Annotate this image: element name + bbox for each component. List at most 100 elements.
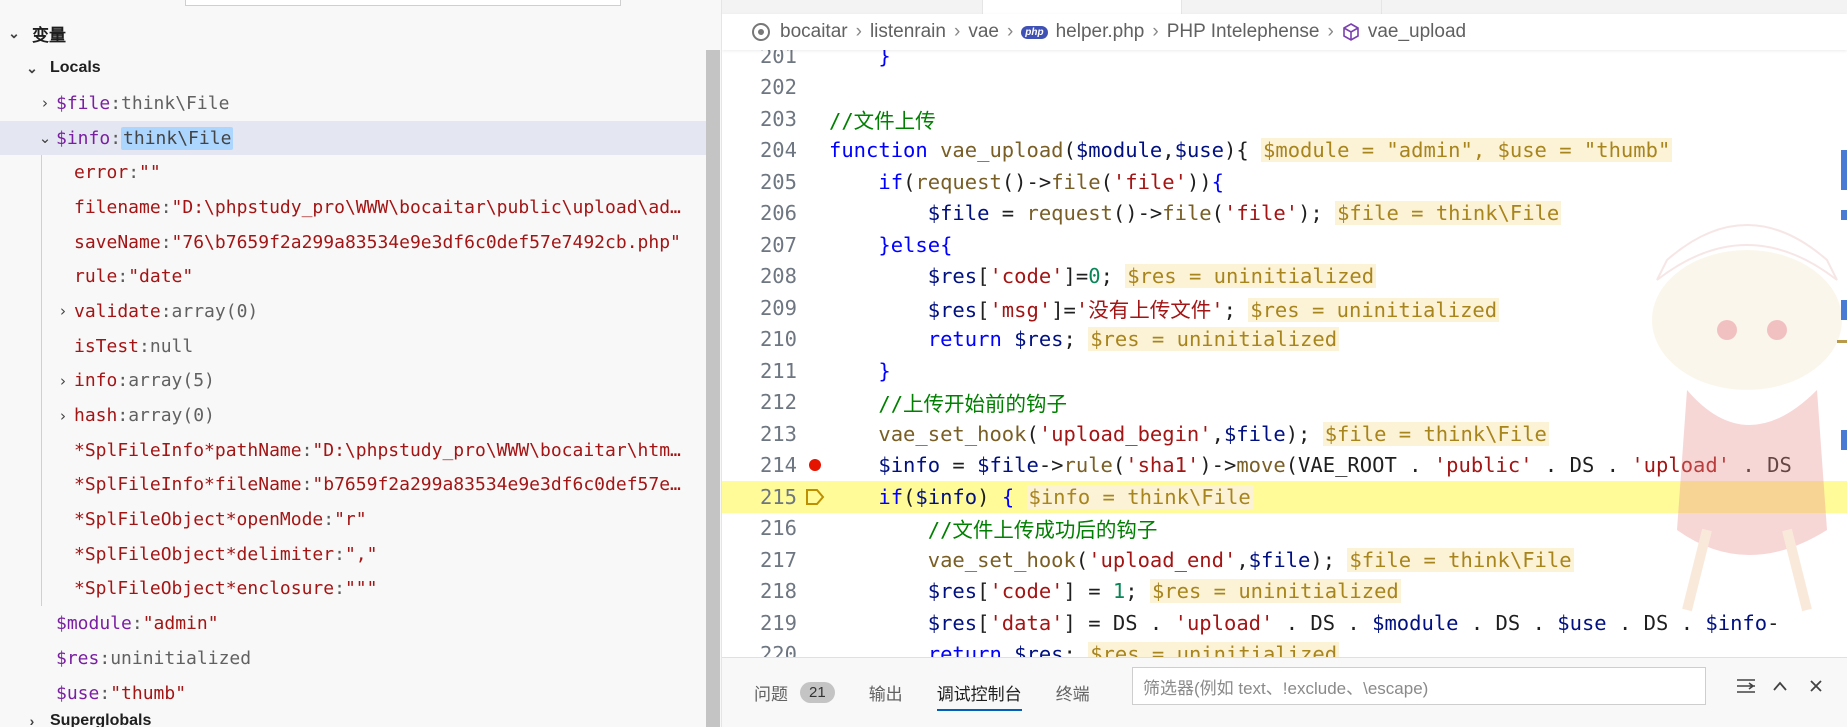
variable-row[interactable]: ⌄ $info: think\File xyxy=(0,120,712,156)
gutter[interactable] xyxy=(797,544,829,576)
variable-name: saveName xyxy=(74,231,161,253)
code-line[interactable]: 220 return $res; $res = uninitialized xyxy=(722,639,1847,658)
chevron-right-icon[interactable]: › xyxy=(52,302,74,320)
code-token: } xyxy=(878,232,891,257)
editor-tab-active[interactable] xyxy=(982,0,1182,14)
line-number: 218 xyxy=(759,579,797,604)
inline-value-hint: $res = uninitialized xyxy=(1248,297,1500,322)
code-token: 'upload_end' xyxy=(1088,547,1237,572)
debug-variables-panel: ⌄ 变量 ⌄ Locals › $file: think\File ⌄ $info: … xyxy=(0,0,722,727)
gutter[interactable] xyxy=(797,261,829,293)
chevron-right-icon[interactable]: › xyxy=(52,372,74,390)
variable-name: $info xyxy=(56,127,111,149)
inline-value-hint: $res = uninitialized xyxy=(1088,642,1340,657)
code-text: $file = request()->file('file'); $file =… xyxy=(829,201,1562,226)
code-text: }else{ xyxy=(829,233,952,257)
gutter[interactable] xyxy=(797,607,829,639)
variable-row[interactable]: › $file: think\File xyxy=(0,86,712,121)
gutter[interactable] xyxy=(797,292,829,324)
variable-row[interactable]: error: "" xyxy=(0,155,712,191)
variable-name: $file xyxy=(56,92,111,114)
code-token: file xyxy=(1051,169,1101,194)
variable-row[interactable]: filename: "D:\phpstudy_pro\WWW\bocaitar\… xyxy=(0,190,712,225)
code-token: 'sha1' xyxy=(1125,453,1200,478)
chevron-down-icon: ⌄ xyxy=(8,24,20,41)
breadcrumb-item-helper-php[interactable]: helper.php xyxy=(1056,21,1145,43)
variable-row[interactable]: *SplFileInfo*pathName: "D:\phpstudy_pro\… xyxy=(0,432,712,468)
gutter[interactable] xyxy=(797,513,829,545)
variable-separator: : xyxy=(334,578,345,600)
gutter[interactable] xyxy=(797,72,829,104)
gutter[interactable] xyxy=(797,135,829,167)
variables-section-title: 变量 xyxy=(32,25,66,45)
variable-row[interactable]: › info: array(5) xyxy=(0,363,712,399)
gutter[interactable] xyxy=(797,418,829,450)
code-token: . DS . xyxy=(1532,453,1632,478)
code-token: 'code' xyxy=(989,579,1064,604)
variable-row[interactable]: saveName: "76\b7659f2a299a83534e9e3df6c0… xyxy=(0,224,712,260)
inline-value-hint: $info = think\File xyxy=(1026,484,1253,509)
breadcrumb-item-bocaitar[interactable]: bocaitar xyxy=(780,21,848,43)
chevron-down-icon[interactable]: ⌄ xyxy=(34,129,56,147)
panel-tab[interactable]: 输出 xyxy=(869,675,903,711)
variable-separator: : xyxy=(117,405,129,427)
breadcrumb-item-vae[interactable]: vae xyxy=(968,21,999,43)
variable-row[interactable]: rule: "date" xyxy=(0,259,712,295)
breakpoint-icon[interactable] xyxy=(809,459,821,472)
gutter[interactable] xyxy=(797,229,829,261)
gutter[interactable] xyxy=(797,639,829,658)
chevron-up-icon[interactable] xyxy=(1766,672,1794,700)
chevron-right-icon[interactable]: › xyxy=(52,407,74,425)
gutter[interactable] xyxy=(797,166,829,198)
word-wrap-icon[interactable] xyxy=(1732,672,1760,700)
gutter[interactable] xyxy=(797,387,829,419)
variable-row[interactable]: *SplFileObject*openMode: "r" xyxy=(0,502,712,537)
variable-row[interactable]: $module: "admin" xyxy=(0,606,712,641)
panel-tab[interactable]: 调试控制台 xyxy=(936,675,1022,711)
superglobals-scope-header[interactable]: › Superglobals xyxy=(22,712,152,727)
gutter[interactable] xyxy=(797,103,829,135)
variable-row[interactable]: isTest: null xyxy=(0,328,712,364)
panel-tab[interactable]: 终端 xyxy=(1056,675,1090,711)
code-token: $res xyxy=(927,264,978,289)
variable-row[interactable]: › validate: array(0) xyxy=(0,294,712,329)
gutter[interactable] xyxy=(797,576,829,608)
code-token: ; xyxy=(1223,297,1249,322)
locals-scope-header[interactable]: ⌄ Locals xyxy=(22,53,101,83)
filter-input[interactable]: 筛选器(例如 text、!exclude、\escape) xyxy=(1132,667,1706,705)
variable-row[interactable]: › hash: array(0) xyxy=(0,398,712,433)
code-line[interactable]: 205 if(request()->file('file')){ xyxy=(722,166,1847,198)
gutter[interactable] xyxy=(797,481,829,513)
code-token: ( xyxy=(1112,453,1126,478)
close-icon[interactable] xyxy=(1802,672,1830,700)
gutter[interactable] xyxy=(797,355,829,387)
code-line[interactable]: 204 function vae_upload($module,$use){ $m… xyxy=(722,135,1847,167)
line-number: 216 xyxy=(759,516,797,541)
variable-row[interactable]: $res: uninitialized xyxy=(0,641,712,676)
breadcrumb-item-intelephense[interactable]: PHP Intelephense xyxy=(1167,21,1320,43)
variable-row[interactable]: *SplFileObject*enclosure: """ xyxy=(0,571,712,607)
variables-section-header[interactable]: ⌄ 变量 xyxy=(4,18,66,48)
editor-tab[interactable] xyxy=(1182,0,1382,14)
variable-row[interactable]: *SplFileInfo*fileName: "b7659f2a299a8353… xyxy=(0,467,712,503)
code-token: ); xyxy=(1298,201,1336,226)
gutter[interactable] xyxy=(797,324,829,356)
code-token: { xyxy=(1001,484,1015,509)
panel-tab[interactable]: 问题 21 xyxy=(754,675,835,711)
breadcrumb-item-listenrain[interactable]: listenrain xyxy=(870,21,946,43)
code-line[interactable]: 203 //文件上传 xyxy=(722,103,1847,135)
breadcrumb-item-vae-upload[interactable]: vae_upload xyxy=(1368,21,1466,43)
gutter[interactable] xyxy=(797,450,829,482)
variables-scrollbar[interactable] xyxy=(706,50,720,727)
variable-row[interactable]: *SplFileObject*delimiter: "," xyxy=(0,536,712,572)
variable-name: $use xyxy=(56,682,100,704)
variable-row[interactable]: $use: "thumb" xyxy=(0,676,712,711)
code-token: vae_set_hook xyxy=(878,421,1027,446)
code-text: $res['code'] = 1; $res = uninitialized xyxy=(829,579,1401,604)
variable-separator: : xyxy=(301,474,313,496)
code-line[interactable]: 202 xyxy=(722,72,1847,104)
chevron-right-icon[interactable]: › xyxy=(34,94,56,112)
gutter[interactable] xyxy=(797,198,829,230)
